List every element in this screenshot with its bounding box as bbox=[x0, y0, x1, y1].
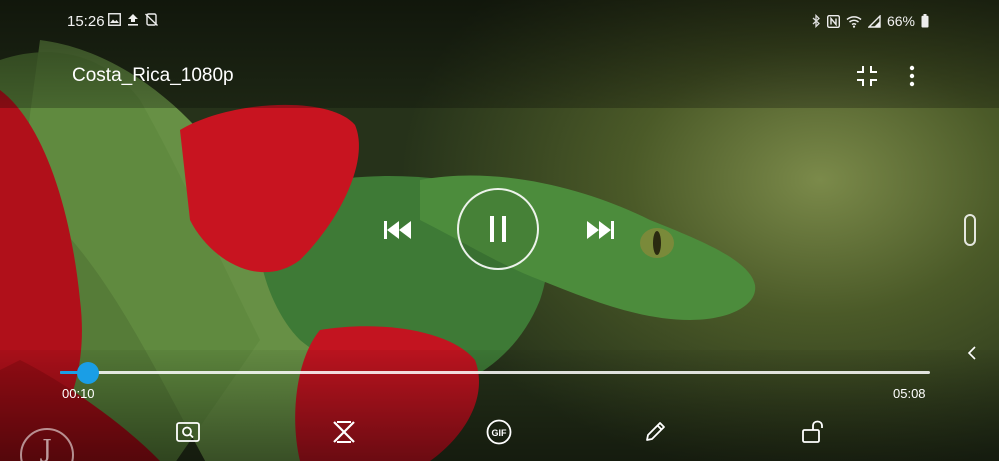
video-editor-button[interactable] bbox=[328, 416, 360, 448]
edit-button[interactable] bbox=[639, 416, 671, 448]
pause-icon bbox=[488, 215, 508, 243]
battery-percent: 66% bbox=[886, 13, 915, 29]
current-time: 00:10 bbox=[62, 386, 95, 401]
wifi-icon bbox=[846, 15, 862, 28]
next-button[interactable] bbox=[582, 215, 618, 245]
svg-text:GIF: GIF bbox=[492, 428, 508, 438]
edit-icon bbox=[643, 420, 667, 444]
watermark-letter: J bbox=[42, 435, 52, 461]
more-options-icon bbox=[909, 65, 915, 87]
capture-icon bbox=[176, 422, 200, 442]
video-editor-icon bbox=[331, 420, 357, 444]
more-options-button[interactable] bbox=[898, 61, 926, 91]
exit-fullscreen-icon bbox=[855, 64, 879, 88]
gif-button[interactable]: GIF bbox=[483, 416, 515, 448]
video-title: Costa_Rica_1080p bbox=[72, 65, 234, 86]
bluetooth-icon bbox=[812, 14, 821, 28]
side-panel-button[interactable] bbox=[962, 343, 982, 363]
gallery-icon bbox=[108, 13, 121, 26]
status-left-icons bbox=[108, 13, 158, 26]
next-icon bbox=[585, 219, 615, 241]
cellular-signal-icon bbox=[867, 14, 881, 28]
status-bar: 15:26 66% bbox=[0, 0, 999, 44]
seek-thumb[interactable] bbox=[77, 362, 99, 384]
capture-button[interactable] bbox=[172, 416, 204, 448]
total-time: 05:08 bbox=[893, 386, 926, 401]
upload-icon bbox=[127, 13, 139, 26]
pause-button[interactable] bbox=[457, 188, 539, 270]
title-bar: Costa_Rica_1080p bbox=[0, 44, 999, 108]
unlock-icon bbox=[801, 420, 825, 444]
lock-button[interactable] bbox=[797, 416, 829, 448]
video-player-screen[interactable]: 15:26 66% Costa_Rica_1080p 00:10 05:08 G… bbox=[0, 0, 999, 461]
previous-icon bbox=[383, 219, 413, 241]
battery-icon bbox=[921, 14, 929, 28]
chevron-left-icon bbox=[967, 346, 977, 360]
seek-track[interactable] bbox=[60, 371, 930, 374]
nfc-icon bbox=[826, 14, 840, 28]
edge-panel-handle[interactable] bbox=[964, 214, 976, 246]
bottom-toolbar: GIF bbox=[0, 412, 999, 452]
seek-bar[interactable] bbox=[60, 362, 930, 384]
status-right-icons: 66% bbox=[812, 13, 929, 29]
status-time: 15:26 bbox=[67, 13, 105, 30]
playback-controls bbox=[370, 185, 630, 275]
exit-fullscreen-button[interactable] bbox=[852, 61, 882, 91]
gif-icon: GIF bbox=[486, 419, 512, 445]
notifications-off-icon bbox=[145, 13, 158, 26]
previous-button[interactable] bbox=[380, 215, 416, 245]
